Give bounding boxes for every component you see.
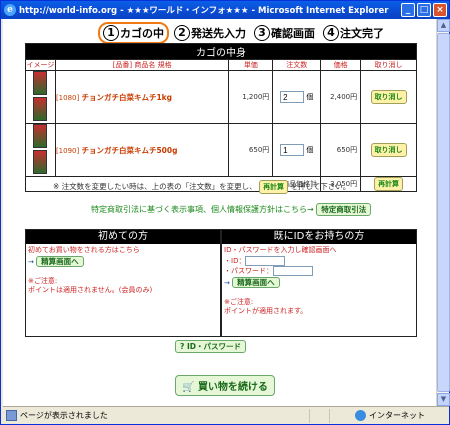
note-text: ※ 注文数を変更したい時は、上の表の「注文数」を変更し、 [53, 182, 257, 191]
subtotal: 2,400円 [320, 70, 362, 124]
ie-icon: e [4, 4, 16, 16]
cancel-cell: 取り消し [360, 70, 417, 124]
col-qty: 注文数 [272, 59, 322, 71]
vertical-scrollbar[interactable]: ▲ ▼ [436, 19, 450, 406]
qty-cell: 個 [272, 70, 322, 124]
qty-unit: 個 [306, 93, 314, 101]
step-cart: 1 カゴの中 [98, 22, 169, 44]
step-label: カゴの中 [120, 27, 164, 40]
close-button[interactable]: × [433, 3, 447, 17]
member-caution: ※ご注意: [224, 297, 254, 306]
id-password-help-label: ID・パスワード [186, 342, 242, 351]
table-row: [1090] チョンガチ白菜キムチ500g 650円 個 650円 取り消し [25, 123, 417, 177]
cart-table: カゴの中身 イメージ [品番] 商品名 規格 単価 注文数 価格 取り消し [1… [24, 43, 417, 192]
continue-shopping-button[interactable]: 🛒 買い物を続ける [175, 375, 275, 396]
product-title: チョンガチ白菜キムチ500g [81, 145, 178, 155]
product-title: チョンガチ白菜キムチ1kg [81, 92, 173, 102]
cart-title: カゴの中身 [25, 43, 417, 60]
product-name: [1090] チョンガチ白菜キムチ500g [54, 123, 230, 177]
product-code: [1090] [55, 146, 80, 155]
qty-unit: 個 [306, 146, 314, 154]
status-divider [329, 408, 349, 423]
first-time-caution-text: ポイントは適用されません。(会員のみ) [28, 286, 153, 294]
product-thumb [25, 123, 56, 177]
cancel-button[interactable]: 取り消し [370, 143, 407, 157]
legal-notice-text: 特定商取引法に基づく表示事項、個人情報保護方針はこちら→ [91, 205, 314, 214]
note-text-after: を押して下さい。 [290, 182, 351, 191]
qty-note: ※ 注文数を変更したい時は、上の表の「注文数」を変更し、 再計算 を押して下さい… [53, 180, 350, 194]
member-caution-text: ポイントが適用されます。 [224, 307, 308, 315]
step-number: 4 [323, 25, 339, 41]
status-divider [309, 408, 329, 423]
col-subtotal: 価格 [320, 59, 362, 71]
col-name: [品番] 商品名 規格 [54, 59, 230, 71]
first-time-caution: ※ご注意: [28, 276, 58, 285]
col-cancel: 取り消し [360, 59, 417, 71]
col-price: 単価 [228, 59, 274, 71]
id-input[interactable] [245, 255, 286, 266]
maximize-button[interactable]: □ [417, 3, 431, 17]
cart-icon: 🛒 [182, 382, 195, 393]
minimize-button[interactable]: _ [401, 3, 415, 17]
cancel-button[interactable]: 取り消し [370, 90, 407, 104]
continue-shopping-label: 買い物を続ける [197, 382, 268, 393]
zone-text: インターネット [369, 411, 425, 420]
step-label: 確認画面 [271, 27, 315, 40]
browser-window: e http://world-info.org - ★★★ワールド・インフォ★★… [0, 0, 450, 425]
first-time-title: 初めての方 [26, 230, 220, 244]
product-thumb [25, 70, 56, 124]
cancel-cell: 取り消し [360, 123, 417, 177]
scroll-down-arrow[interactable]: ▼ [437, 393, 450, 406]
first-time-checkout-button[interactable]: 精算画面へ [36, 255, 84, 267]
step-label: 注文完了 [340, 27, 384, 40]
col-image: イメージ [25, 59, 56, 71]
status-bar: ページが表示されました インターネット [3, 406, 449, 424]
unit-price: 1,200円 [228, 70, 274, 124]
page-content: 1 カゴの中 2 発送先入力 3 確認画面 4 注文完了 カゴの中身 イメージ [品番]… [3, 19, 436, 406]
scroll-up-arrow[interactable]: ▲ [437, 19, 450, 32]
qty-input[interactable] [280, 91, 305, 103]
member-title: 既にIDをお持ちの方 [222, 230, 416, 244]
password-input[interactable] [273, 266, 313, 276]
step-number: 2 [174, 25, 190, 41]
internet-zone-icon [355, 410, 366, 421]
id-password-help-button[interactable]: ? ID・パスワード [175, 340, 247, 353]
note-recalc-button[interactable]: 再計算 [259, 180, 289, 194]
recalc-button[interactable]: 再計算 [374, 177, 404, 191]
qty-input[interactable] [280, 144, 305, 156]
product-name: [1080] チョンガチ白菜キムチ1kg [54, 70, 230, 124]
table-row: [1080] チョンガチ白菜キムチ1kg 1,200円 個 2,400円 取り消… [25, 70, 417, 124]
title-bar: e http://world-info.org - ★★★ワールド・インフォ★★… [1, 1, 449, 19]
qty-cell: 個 [272, 123, 322, 177]
member-checkout-button[interactable]: 精算画面へ [232, 276, 280, 288]
subtotal: 650円 [320, 123, 362, 177]
scroll-thumb[interactable] [437, 33, 450, 392]
legal-button[interactable]: 特定商取引法 [316, 203, 372, 216]
product-code: [1080] [55, 93, 80, 102]
step-complete: 4 注文完了 [320, 22, 387, 44]
window-title: http://world-info.org - ★★★ワールド・インフォ★★★ … [19, 6, 389, 16]
first-time-box: 初めての方 初めてお買い物をされる方はこちら → 精算画面へ ※ご注意: ポイン… [25, 229, 221, 337]
first-time-desc: 初めてお買い物をされる方はこちら [28, 246, 140, 254]
step-label: 発送先入力 [191, 27, 246, 40]
status-text: ページが表示されました [20, 411, 108, 420]
step-confirm: 3 確認画面 [251, 22, 318, 44]
member-box: 既にIDをお持ちの方 ID・パスワードを入力し確認画面へ ・ID： ・パスワード… [221, 229, 417, 337]
page-icon [6, 410, 17, 421]
password-label: ・パスワード： [224, 267, 273, 275]
step-number: 1 [103, 25, 119, 41]
step-shipping: 2 発送先入力 [171, 22, 249, 44]
id-label: ・ID： [224, 256, 246, 265]
recalc-cell: 再計算 [360, 176, 417, 192]
unit-price: 650円 [228, 123, 274, 177]
checkout-steps: 1 カゴの中 2 発送先入力 3 確認画面 4 注文完了 [98, 22, 387, 44]
member-desc: ID・パスワードを入力し確認画面へ [224, 246, 337, 254]
legal-notice: 特定商取引法に基づく表示事項、個人情報保護方針はこちら→ 特定商取引法 [91, 203, 372, 216]
step-number: 3 [254, 25, 270, 41]
question-icon: ? [180, 342, 185, 351]
